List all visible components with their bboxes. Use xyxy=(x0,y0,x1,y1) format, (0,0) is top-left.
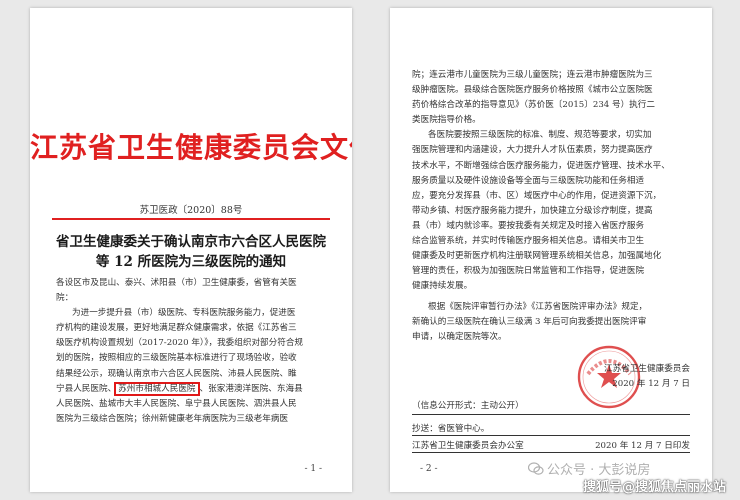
body-line: 管理的责任，积极为加强医院日常监管和工作指导，促进医院 xyxy=(412,266,645,277)
body-line: 技术水平，不断增强综合医疗服务能力，促进医疗管理、技术水平、 xyxy=(412,160,670,171)
document-body: 院；连云港市儿童医院为三级儿童医院；连云港市肿瘤医院为三 级肿瘤医院。县级综合医… xyxy=(412,68,670,294)
body-text-segment: 宁县人民医院、 xyxy=(56,383,117,394)
body-line: 级医疗机构设置规划（2017-2020 年）》，我委组织对部分符合规 xyxy=(56,338,304,349)
divider xyxy=(412,414,690,415)
body-line: 带动乡镇、村医疗服务能力提升，加快建立分级诊疗制度，提高 xyxy=(412,205,653,216)
body-line: 综合监管系统，并实时传输医疗服务相关信息。请相关市卫生 xyxy=(412,236,645,247)
document-title: 省卫生健康委关于确认南京市六合区人民医院 等 12 所医院为三级医院的通知 xyxy=(46,232,336,272)
body-line: 为进一步提升县（市）级医院、专科医院服务能力，促进医 xyxy=(72,308,296,319)
document-number: 苏卫医政〔2020〕88号 xyxy=(139,205,243,216)
title-line: 省卫生健康委关于确认南京市六合区人民医院 xyxy=(56,234,326,250)
body-line: 医院为三级综合医院；徐州新健康老年病医院为三级老年病医 xyxy=(56,413,289,424)
body-line: 结果经公示，现确认南京市六合区人民医院、沛县人民医院、睢 xyxy=(56,368,297,379)
signature-block: 江苏省卫生健康委员会 2020 年 12 月 7 日 xyxy=(604,362,690,392)
page-number: - 2 - xyxy=(420,464,438,474)
body-line: 级肿瘤医院。县级综合医院医疗服务价格按照《城市公立医院医 xyxy=(412,85,653,96)
body-line: 划的医院，按照相应的三级医院基本标准进行了现场验收，验收 xyxy=(56,353,297,364)
document-body: 各设区市及昆山、泰兴、沭阳县（市）卫生健康委，省管有关医 院： 为进一步提升县（… xyxy=(56,276,303,427)
cc-line: 抄送：省医管中心。 xyxy=(412,424,490,434)
signer: 江苏省卫生健康委员会 xyxy=(604,364,690,374)
document-page-2: 院；连云港市儿童医院为三级儿童医院；连云港市肿瘤医院为三 级肿瘤医院。县级综合医… xyxy=(390,8,712,492)
document-page-1: 江苏省卫生健康委员会文件 苏卫医政〔2020〕88号 省卫生健康委关于确认南京市… xyxy=(30,8,352,492)
page-number: - 1 - xyxy=(304,464,322,474)
body-line: 人民医院、盐城市大丰人民医院、阜宁县人民医院、泗洪县人民 xyxy=(56,398,297,409)
divider xyxy=(412,452,690,453)
body-line: 疗机构的建设发展，更好地满足群众健康需求，依据《江苏省三 xyxy=(56,323,297,334)
highlighted-hospital: 苏州市相城人民医院 xyxy=(114,381,200,396)
body-line: 健康委及时更新医疗机构注册联网管理系统相关信息，加强属地化 xyxy=(412,251,662,262)
wechat-icon xyxy=(528,461,544,475)
addressee-line: 各设区市及昆山、泰兴、沭阳县（市）卫生健康委，省管有关医 xyxy=(56,278,297,288)
body-line: 健康持续发展。 xyxy=(412,281,473,292)
watermark-bottom: 搜狐号@搜狐焦点丽水站 xyxy=(582,480,726,495)
title-line: 等 12 所医院为三级医院的通知 xyxy=(95,254,287,270)
addressee-line: 院： xyxy=(56,293,74,304)
body-line: 根据《医院评审暂行办法》《江苏省医院评审办法》规定， xyxy=(428,302,648,312)
body-line: 强医院管理和内涵建设，大力提升人才队伍素质，努力提高医疗 xyxy=(412,145,653,156)
body-line: 应，要充分发挥县（市、区）域医疗中心的作用，促进资源下沉， xyxy=(412,190,662,201)
issuer: 江苏省卫生健康委员会办公室 xyxy=(412,441,524,451)
body-line: 各医院要按照三级医院的标准、制度、规范等要求，切实加 xyxy=(428,130,652,141)
body-line-highlight: 宁县人民医院、 苏州市相城人民医院 、张家港澳洋医院、东海县 xyxy=(56,381,303,397)
document-header: 江苏省卫生健康委员会文件 xyxy=(30,131,352,164)
red-divider xyxy=(52,218,330,220)
document-body: 根据《医院评审暂行办法》《江苏省医院评审办法》规定， 新确认的三级医院在确认三级… xyxy=(412,300,647,345)
sign-date: 2020 年 12 月 7 日 xyxy=(612,379,690,389)
body-text-segment: 、张家港澳洋医院、东海县 xyxy=(199,383,303,394)
info-public: （信息公开形式：主动公开） xyxy=(412,401,524,411)
divider xyxy=(412,435,690,436)
body-line: 药价格综合改革的指导意见》（苏价医〔2015〕234 号）执行二 xyxy=(412,100,655,111)
body-line: 服务质量以及硬件设施设备等全面与三级医院功能和任务相适 xyxy=(412,175,645,186)
issue-date: 2020 年 12 月 7 日印发 xyxy=(595,441,690,451)
body-line: 类医院指导价格。 xyxy=(412,115,481,126)
body-line: 新确认的三级医院在确认三级满 3 年后可向我委提出医院评审 xyxy=(412,317,647,328)
body-line: 县（市）域内就诊率。要按我委有关规定及时接入省医疗服务 xyxy=(412,220,645,231)
issue-line: 江苏省卫生健康委员会办公室 2020 年 12 月 7 日印发 xyxy=(412,439,690,451)
body-line: 院；连云港市儿童医院为三级儿童医院；连云港市肿瘤医院为三 xyxy=(412,70,653,80)
